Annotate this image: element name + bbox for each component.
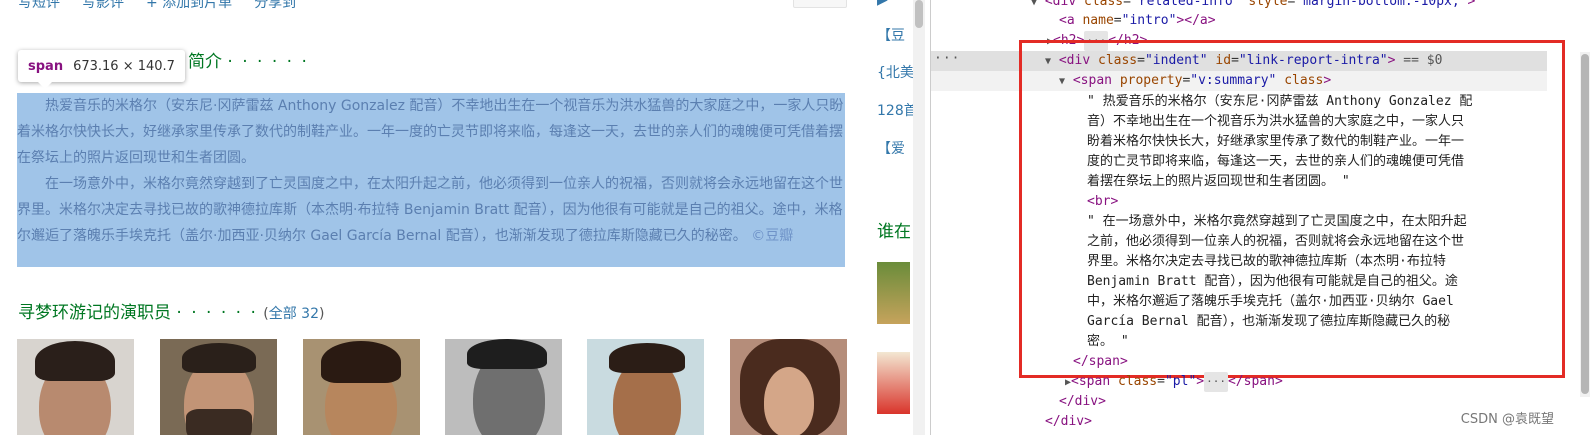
dom-line-anchor[interactable]: <a name="intro"></a> — [1059, 11, 1216, 31]
sidebar-link[interactable]: ▶ — [877, 0, 888, 8]
summary-highlight: 热爱音乐的米格尔（安东尼·冈萨雷兹 Anthony Gonzalez 配音）不幸… — [17, 93, 845, 267]
dom-line-div-close[interactable]: </div> — [1059, 392, 1106, 412]
tooltip-dimensions: 673.16 × 140.7 — [73, 58, 175, 74]
cast-photo[interactable] — [730, 339, 847, 435]
cast-all-link[interactable]: 全部 32 — [269, 306, 319, 322]
summary-paragraph-2: 在一场意外中，米格尔竟然穿越到了亡灵国度之中，在太阳升起之前，他必须得到一位亲人… — [17, 171, 845, 249]
cast-photo[interactable] — [587, 339, 704, 435]
action-bar: 写短评 写影评 + 添加到片单 分享到 — [18, 0, 296, 12]
share-link[interactable]: 分享到 — [254, 0, 296, 12]
cast-photo[interactable] — [445, 339, 562, 435]
summary-paragraph-2-text: 在一场意外中，米格尔竟然穿越到了亡灵国度之中，在太阳升起之前，他必须得到一位亲人… — [17, 176, 843, 244]
summary-paragraph-1: 热爱音乐的米格尔（安东尼·冈萨雷兹 Anthony Gonzalez 配音）不幸… — [17, 98, 844, 166]
intro-heading-text: 简介 — [188, 52, 222, 72]
cast-heading-text: 寻梦环游记的演职员 — [18, 303, 171, 323]
dom-line-div-close-outer[interactable]: </div> — [1045, 412, 1092, 432]
page-scrollbar[interactable] — [913, 0, 925, 435]
sidebar-link[interactable]: {北美 — [877, 62, 914, 82]
devtools-elements-panel: ··· ▼ <div class="related-info" style="m… — [930, 0, 1596, 435]
cast-photo[interactable] — [160, 339, 277, 435]
sidebar-link[interactable]: 【豆 — [877, 25, 905, 45]
sidebar-link[interactable]: 【爱 — [877, 138, 905, 158]
sidebar-links: ▶ 【豆 {北美 128首 【爱 — [877, 0, 917, 170]
dom-line-pl-span[interactable]: ▶<span class="pl"> ··· </span> — [1065, 372, 1283, 393]
cast-photo[interactable] — [17, 339, 134, 435]
sidebar-link[interactable]: 128首 — [877, 100, 917, 120]
watermark: CSDN @袁既望 — [1460, 412, 1554, 427]
sidebar-heading: 谁在 — [877, 222, 911, 242]
node-menu-icon[interactable]: ··· — [934, 51, 960, 66]
cast-photo[interactable] — [303, 339, 420, 435]
cast-heading-dots: · · · · · · — [176, 303, 258, 323]
red-annotation-box — [1019, 40, 1565, 378]
devtools-scrollbar[interactable] — [1580, 52, 1590, 397]
intro-heading: 简介 · · · · · · — [188, 47, 309, 72]
write-review-link[interactable]: 写影评 — [82, 0, 124, 12]
rating-button[interactable] — [793, 0, 847, 8]
cast-heading: 寻梦环游记的演职员 · · · · · · (全部 32) — [18, 303, 325, 323]
inspect-tooltip: span 673.16 × 140.7 — [18, 50, 185, 89]
copyright-link[interactable]: ©豆瓣 — [751, 228, 793, 244]
intro-heading-dots: · · · · · · — [227, 52, 309, 72]
add-to-list-link[interactable]: + 添加到片单 — [146, 0, 232, 12]
sidebar-thumbnail[interactable] — [877, 352, 910, 414]
sidebar-thumbnail[interactable] — [877, 262, 910, 324]
webpage-view: 写短评 写影评 + 添加到片单 分享到 span 673.16 × 140.7 … — [0, 0, 930, 435]
write-short-review-link[interactable]: 写短评 — [18, 0, 60, 12]
tooltip-tag-name: span — [28, 58, 64, 74]
